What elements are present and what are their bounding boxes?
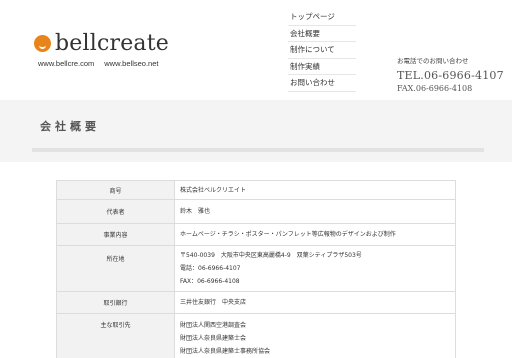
nav-item-works[interactable]: 制作実績 [288, 59, 356, 75]
nav-item-contact[interactable]: お問い合わせ [288, 75, 356, 92]
page-title: 会社概要 [40, 120, 100, 133]
row-value-line: ホームページ・チラシ・ポスター・パンフレット等広報物のデザインおよび制作 [180, 231, 396, 238]
logo-text: bellcreate [55, 31, 170, 56]
row-value-line: 電話：06-6966-4107 [180, 265, 241, 272]
row-value: 鈴木 雅也 [174, 199, 456, 224]
table-row: 事業内容 ホームページ・チラシ・ポスター・パンフレット等広報物のデザインおよび制… [56, 223, 456, 246]
site-urls: www.bellcre.com www.bellseo.net [38, 59, 158, 68]
nav-item-top[interactable]: トップページ [288, 9, 356, 26]
nav-item-production[interactable]: 制作について [288, 42, 356, 59]
row-value: 三井住友銀行 中央支店 [174, 291, 456, 314]
logo[interactable]: bellcreate [34, 31, 169, 56]
row-label: 事業内容 [56, 223, 175, 246]
row-value-line: 財団法人奈良県建築士事務所協会 [180, 347, 271, 355]
row-value-line: 〒540-0039 大阪市中央区東高麗橋4-9 双葉シティプラザ503号 [180, 252, 362, 259]
row-label: 代表者 [56, 199, 175, 224]
row-value-line: 三井住友銀行 中央支店 [180, 299, 247, 306]
company-table: 商号 株式会社ベルクリエイト 代表者 鈴木 雅也 事業内容 ホームページ・チラシ… [56, 180, 456, 358]
row-value-line: 財団法人関西空港調査会 [180, 321, 247, 329]
contact-tel: TEL.06-6966-4107 [397, 69, 504, 82]
bell-logo-icon [34, 35, 51, 52]
row-label: 主な取引先 [56, 313, 175, 358]
table-row: 商号 株式会社ベルクリエイト [56, 180, 456, 200]
title-underline [32, 148, 484, 152]
row-value: 株式会社ベルクリエイト [174, 180, 456, 200]
url-bellseo[interactable]: www.bellseo.net [104, 59, 158, 68]
table-row: 取引銀行 三井住友銀行 中央支店 [56, 291, 456, 314]
row-label: 所在地 [56, 245, 175, 292]
row-label: 取引銀行 [56, 291, 175, 314]
row-label: 商号 [56, 180, 175, 200]
table-row: 代表者 鈴木 雅也 [56, 199, 456, 224]
row-value: ホームページ・チラシ・ポスター・パンフレット等広報物のデザインおよび制作 [174, 223, 456, 246]
global-nav: トップページ 会社概要 制作について 制作実績 お問い合わせ [288, 9, 356, 92]
row-value: 財団法人関西空港調査会 財団法人奈良県建築士会 財団法人奈良県建築士事務所協会 [174, 313, 456, 358]
row-value: 〒540-0039 大阪市中央区東高麗橋4-9 双葉シティプラザ503号 電話：… [174, 245, 456, 292]
nav-item-company[interactable]: 会社概要 [288, 26, 356, 42]
table-row: 所在地 〒540-0039 大阪市中央区東高麗橋4-9 双葉シティプラザ503号… [56, 245, 456, 292]
row-value-line: 株式会社ベルクリエイト [180, 186, 247, 194]
contact-label: お電話でのお問い合わせ [397, 57, 469, 65]
table-row: 主な取引先 財団法人関西空港調査会 財団法人奈良県建築士会 財団法人奈良県建築士… [56, 313, 456, 358]
row-value-line: FAX：06-6966-4108 [180, 278, 240, 285]
row-value-line: 財団法人奈良県建築士会 [180, 334, 247, 342]
contact-info: お電話でのお問い合わせ TEL.06-6966-4107 FAX.06-6966… [397, 55, 504, 93]
site-header: bellcreate www.bellcre.com www.bellseo.n… [0, 0, 512, 100]
row-value-line: 鈴木 雅也 [180, 208, 211, 215]
contact-fax: FAX.06-6966-4108 [397, 84, 473, 93]
url-bellcre[interactable]: www.bellcre.com [38, 59, 94, 68]
